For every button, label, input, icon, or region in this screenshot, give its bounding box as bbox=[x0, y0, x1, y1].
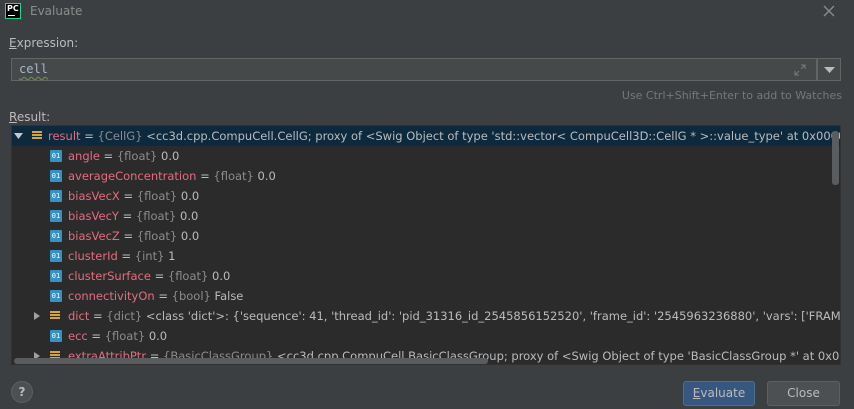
field-icon: 01 bbox=[50, 270, 62, 282]
expression-label: Expression: bbox=[9, 36, 79, 50]
tree-row[interactable]: 01 connectivityOn = {bool} False bbox=[12, 286, 840, 306]
tree-row[interactable]: 01 averageConcentration = {float} 0.0 bbox=[12, 166, 840, 186]
tree-row-text: biasVecY = {float} 0.0 bbox=[68, 209, 199, 223]
tree-row[interactable]: 01 biasVecY = {float} 0.0 bbox=[12, 206, 840, 226]
variable-name: clusterId bbox=[68, 249, 118, 263]
field-icon: 01 bbox=[50, 210, 62, 222]
variable-type: {float} bbox=[136, 189, 178, 203]
variable-type: {float} bbox=[213, 169, 254, 183]
horizontal-scrollbar[interactable] bbox=[14, 358, 488, 364]
tree-row[interactable]: 01 biasVecX = {float} 0.0 bbox=[12, 186, 840, 206]
variable-type: {float} bbox=[116, 149, 158, 163]
variable-value: 0.0 bbox=[212, 269, 231, 283]
tree-row-text: result = {CellG} <cc3d.cpp.CompuCell.Cel… bbox=[48, 126, 840, 146]
variable-type: {bool} bbox=[171, 289, 211, 303]
variable-name: biasVecX bbox=[68, 189, 120, 203]
tree-row-text: biasVecZ = {float} 0.0 bbox=[68, 229, 200, 243]
field-icon: 01 bbox=[50, 170, 62, 182]
close-icon[interactable] bbox=[822, 4, 836, 18]
tree-row-text: ecc = {float} 0.0 bbox=[68, 329, 168, 343]
help-button[interactable]: ? bbox=[11, 381, 33, 403]
tree-row-text: connectivityOn = {bool} False bbox=[68, 289, 244, 303]
variable-name: biasVecZ bbox=[68, 229, 120, 243]
variable-type: {float} bbox=[104, 329, 146, 343]
variable-value: <cc3d.cpp.CompuCell.CellG; proxy of <Swi… bbox=[146, 129, 840, 143]
expression-input[interactable]: cell bbox=[11, 58, 817, 81]
result-tree[interactable]: extraAttribPtr = {BasicClassGroup} <cc3d… bbox=[11, 125, 841, 365]
variable-value: 0.0 bbox=[161, 149, 180, 163]
field-icon: 01 bbox=[50, 250, 62, 262]
variable-name: result bbox=[48, 129, 81, 143]
tree-row[interactable]: 01 ecc = {float} 0.0 bbox=[12, 326, 840, 346]
tree-row[interactable]: 01 biasVecZ = {float} 0.0 bbox=[12, 226, 840, 246]
object-icon bbox=[32, 130, 42, 142]
variable-value: 1 bbox=[168, 249, 176, 263]
variable-value: False bbox=[214, 289, 244, 303]
variable-value: 0.0 bbox=[180, 229, 200, 243]
result-label: Result: bbox=[9, 110, 51, 124]
variable-type: {float} bbox=[167, 269, 209, 283]
variable-name: clusterSurface bbox=[68, 269, 151, 283]
chevron-down-icon bbox=[824, 67, 835, 73]
variable-name: dict bbox=[68, 309, 90, 323]
result-root-row[interactable]: result = {CellG} <cc3d.cpp.CompuCell.Cel… bbox=[12, 126, 840, 146]
history-dropdown-button[interactable] bbox=[817, 58, 841, 81]
tree-row-text: angle = {float} 0.0 bbox=[68, 149, 180, 163]
variable-name: angle bbox=[68, 149, 100, 163]
variable-type: {dict} bbox=[106, 309, 143, 323]
field-icon: 01 bbox=[50, 290, 62, 302]
expand-editor-icon[interactable] bbox=[794, 64, 806, 76]
variable-name: connectivityOn bbox=[68, 289, 155, 303]
variable-name: ecc bbox=[68, 329, 88, 343]
field-icon: 01 bbox=[50, 150, 62, 162]
field-icon: 01 bbox=[50, 330, 62, 342]
tree-row-text: averageConcentration = {float} 0.0 bbox=[68, 169, 276, 183]
field-icon: 01 bbox=[50, 190, 62, 202]
tree-row-text: biasVecX = {float} 0.0 bbox=[68, 189, 200, 203]
title-bar: PC Evaluate bbox=[0, 0, 854, 24]
field-icon: 01 bbox=[50, 230, 62, 242]
tree-row[interactable]: dict = {dict} <class 'dict'>: {'sequence… bbox=[12, 306, 840, 326]
tree-row-text: clusterSurface = {float} 0.0 bbox=[68, 269, 231, 283]
evaluate-button[interactable]: Evaluate bbox=[683, 381, 755, 406]
variable-type: {float} bbox=[136, 229, 178, 243]
expanded-arrow-icon[interactable] bbox=[14, 126, 24, 146]
watches-hint: Use Ctrl+Shift+Enter to add to Watches bbox=[621, 89, 842, 102]
variable-value: <class 'dict'>: {'sequence': 41, 'thread… bbox=[145, 309, 841, 323]
pycharm-logo-icon: PC bbox=[5, 3, 21, 19]
tree-row[interactable]: 01 angle = {float} 0.0 bbox=[12, 146, 840, 166]
variable-type: {CellG} bbox=[97, 129, 143, 143]
vertical-scrollbar[interactable] bbox=[832, 131, 839, 185]
variable-value: 0.0 bbox=[180, 189, 200, 203]
variable-name: biasVecY bbox=[68, 209, 119, 223]
variable-type: {int} bbox=[134, 249, 165, 263]
expression-value[interactable]: cell bbox=[19, 62, 48, 76]
tree-row-text: clusterId = {int} 1 bbox=[68, 249, 176, 263]
variable-value: 0.0 bbox=[257, 169, 276, 183]
variable-name: averageConcentration bbox=[68, 169, 197, 183]
tree-row-text: dict = {dict} <class 'dict'>: {'sequence… bbox=[68, 306, 841, 326]
window-title: Evaluate bbox=[30, 4, 83, 18]
variable-value: 0.0 bbox=[148, 329, 168, 343]
close-button[interactable]: Close bbox=[767, 381, 840, 406]
collapsed-arrow-icon[interactable] bbox=[32, 306, 42, 326]
tree-row[interactable]: 01 clusterSurface = {float} 0.0 bbox=[12, 266, 840, 286]
variable-type: {float} bbox=[135, 209, 177, 223]
object-icon bbox=[50, 310, 60, 322]
variable-value: 0.0 bbox=[180, 209, 199, 223]
tree-row[interactable]: 01 clusterId = {int} 1 bbox=[12, 246, 840, 266]
